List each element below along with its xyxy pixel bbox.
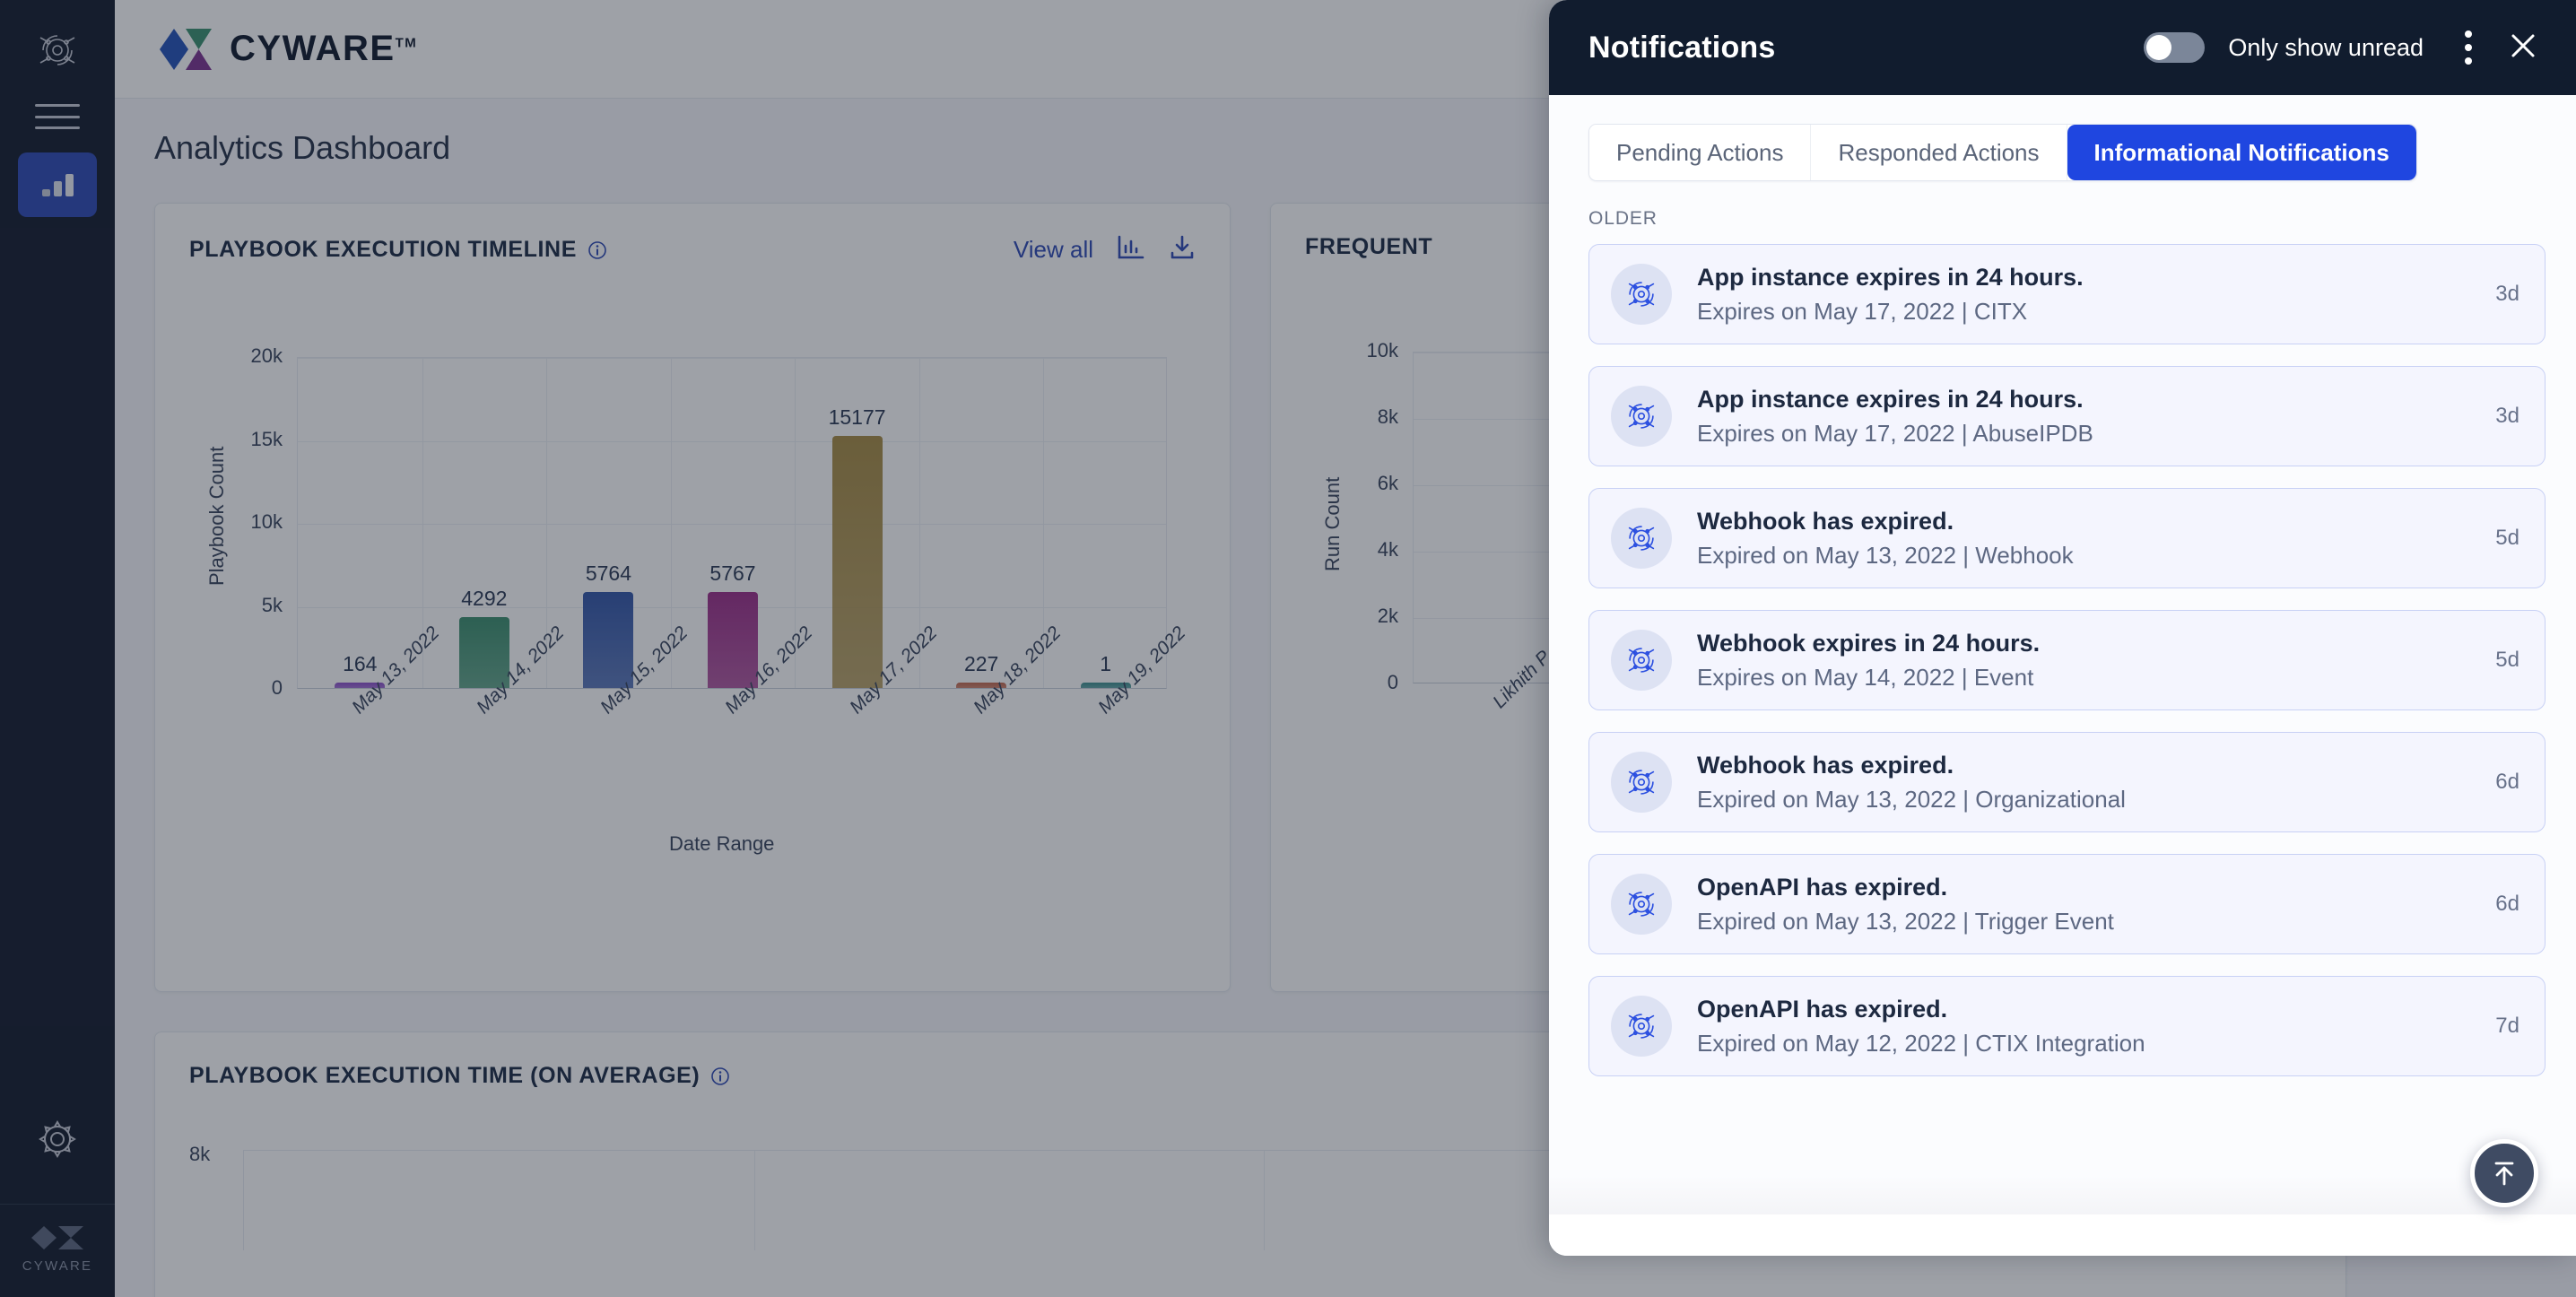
notification-item[interactable]: App instance expires in 24 hours. Expire… xyxy=(1588,366,2546,466)
panel-header-actions: Only show unread xyxy=(2144,25,2546,71)
cyber-network-icon xyxy=(1611,264,1672,325)
only-show-unread-toggle[interactable] xyxy=(2144,32,2206,63)
notification-title: OpenAPI has expired. xyxy=(1697,873,1948,901)
only-show-unread-label: Only show unread xyxy=(2228,33,2424,61)
notification-subtitle: Expired on May 13, 2022 | Organizational xyxy=(1697,785,2126,813)
section-label-older: OLDER xyxy=(1588,208,1658,229)
cyber-network-icon xyxy=(1611,508,1672,569)
notification-age: 6d xyxy=(2495,770,2519,794)
notification-text: App instance expires in 24 hours. Expire… xyxy=(1697,386,2093,448)
screen: CYWARE CYWARETM Analytics Dashboard PLAY… xyxy=(0,0,2576,1297)
notification-text: OpenAPI has expired. Expired on May 12, … xyxy=(1697,996,2145,1058)
notification-title: Webhook has expired. xyxy=(1697,751,1954,779)
tab-informational-notifications[interactable]: Informational Notifications xyxy=(2067,125,2416,180)
toggle-knob xyxy=(2146,35,2172,60)
notification-age: 3d xyxy=(2495,404,2519,428)
notification-text: OpenAPI has expired. Expired on May 13, … xyxy=(1697,874,2114,936)
notification-title: OpenAPI has expired. xyxy=(1697,995,1948,1023)
notification-item[interactable]: OpenAPI has expired. Expired on May 13, … xyxy=(1588,854,2546,954)
notification-age: 5d xyxy=(2495,648,2519,672)
panel-bottom-strip xyxy=(1549,1214,2576,1256)
tab-pending-actions[interactable]: Pending Actions xyxy=(1589,125,1812,180)
notification-subtitle: Expired on May 13, 2022 | Webhook xyxy=(1697,541,2074,569)
notification-subtitle: Expires on May 17, 2022 | AbuseIPDB xyxy=(1697,419,2093,447)
notification-subtitle: Expired on May 12, 2022 | CTIX Integrati… xyxy=(1697,1029,2145,1057)
cyber-network-icon xyxy=(1611,996,1672,1057)
cyber-network-icon xyxy=(1611,386,1672,447)
panel-title: Notifications xyxy=(1588,30,1776,65)
kebab-menu-icon[interactable] xyxy=(2452,25,2477,70)
notification-title: App instance expires in 24 hours. xyxy=(1697,263,2084,291)
notification-text: Webhook has expired. Expired on May 13, … xyxy=(1697,508,2074,570)
notification-item[interactable]: Webhook expires in 24 hours. Expires on … xyxy=(1588,610,2546,710)
notification-age: 5d xyxy=(2495,526,2519,550)
close-icon[interactable] xyxy=(2501,25,2546,71)
cyber-network-icon xyxy=(1611,630,1672,691)
panel-header: Notifications Only show unread xyxy=(1549,0,2576,95)
notification-item[interactable]: Webhook has expired. Expired on May 13, … xyxy=(1588,732,2546,832)
notification-text: Webhook expires in 24 hours. Expires on … xyxy=(1697,630,2040,692)
arrow-to-top-icon xyxy=(2494,1162,2514,1186)
notification-age: 3d xyxy=(2495,282,2519,306)
scroll-to-top-button[interactable] xyxy=(2470,1139,2538,1207)
notification-text: Webhook has expired. Expired on May 13, … xyxy=(1697,752,2126,814)
notification-list: App instance expires in 24 hours. Expire… xyxy=(1588,244,2546,1076)
notifications-panel: Notifications Only show unread Pending A xyxy=(1549,0,2576,1256)
notification-item[interactable]: App instance expires in 24 hours. Expire… xyxy=(1588,244,2546,344)
cyber-network-icon xyxy=(1611,874,1672,935)
notification-age: 6d xyxy=(2495,892,2519,916)
cyber-network-icon xyxy=(1611,752,1672,813)
notification-title: Webhook has expired. xyxy=(1697,507,1954,535)
notification-item[interactable]: OpenAPI has expired. Expired on May 12, … xyxy=(1588,976,2546,1076)
panel-body: Pending Actions Responded Actions Inform… xyxy=(1549,95,2576,1256)
tab-responded-actions[interactable]: Responded Actions xyxy=(1811,125,2067,180)
notification-subtitle: Expired on May 13, 2022 | Trigger Event xyxy=(1697,907,2114,935)
notification-subtitle: Expires on May 17, 2022 | CITX xyxy=(1697,297,2028,325)
notification-subtitle: Expires on May 14, 2022 | Event xyxy=(1697,663,2034,691)
notification-item[interactable]: Webhook has expired. Expired on May 13, … xyxy=(1588,488,2546,588)
notification-age: 7d xyxy=(2495,1014,2519,1038)
notification-title: App instance expires in 24 hours. xyxy=(1697,385,2084,413)
notification-text: App instance expires in 24 hours. Expire… xyxy=(1697,264,2084,326)
notification-tabs: Pending Actions Responded Actions Inform… xyxy=(1588,124,2417,181)
notification-title: Webhook expires in 24 hours. xyxy=(1697,629,2041,657)
